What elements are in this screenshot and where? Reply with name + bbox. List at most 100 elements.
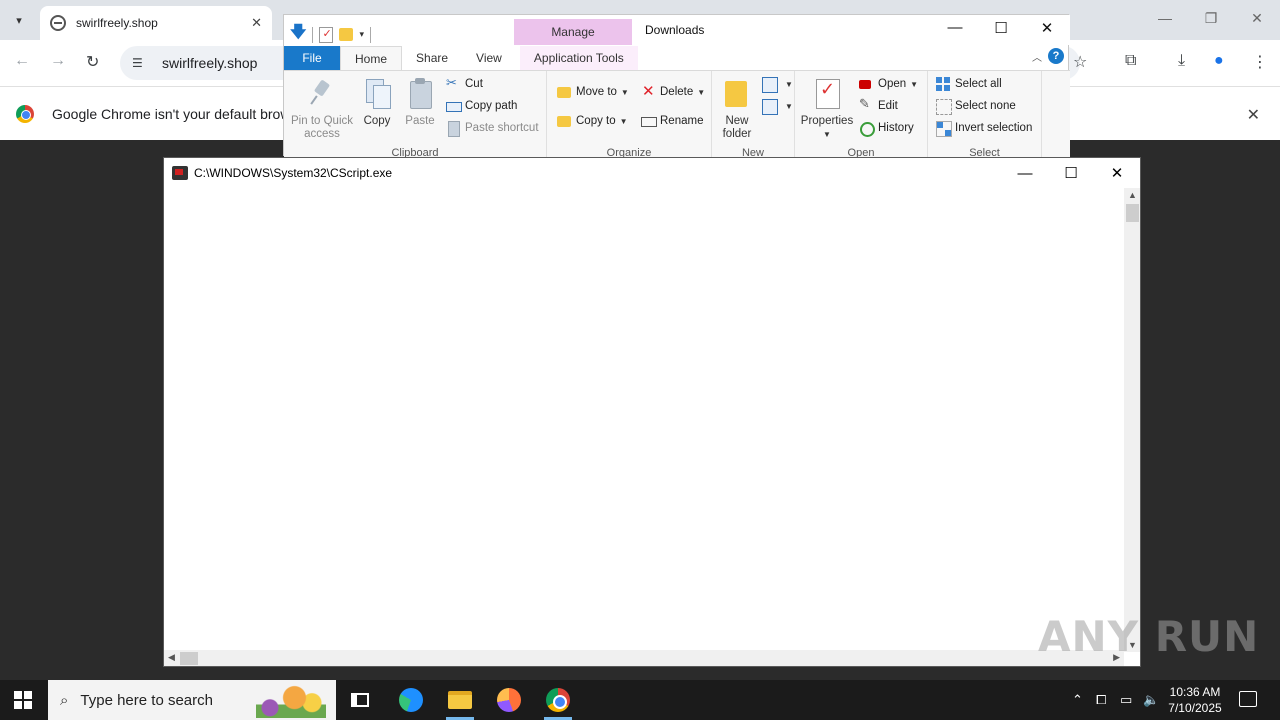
file-explorer-taskbar-button[interactable] <box>436 680 484 720</box>
taskbar-clock[interactable]: 10:36 AM 7/10/2025 <box>1160 684 1230 716</box>
browser-tab[interactable]: swirlfreely.shop ✕ <box>40 6 272 40</box>
paste-shortcut-button[interactable]: Paste shortcut <box>446 121 539 137</box>
network-icon[interactable]: ▭ <box>1120 692 1132 708</box>
notification-center-icon[interactable] <box>1239 691 1257 707</box>
restore-icon[interactable]: ❐ <box>1188 10 1234 27</box>
copy-icon <box>362 77 392 109</box>
copy-to-folder-icon <box>557 114 571 128</box>
forward-arrow-icon[interactable]: → <box>50 52 66 70</box>
maximize-icon[interactable]: ☐ <box>978 19 1024 37</box>
windows-start-icon[interactable] <box>14 691 32 709</box>
task-view-button[interactable] <box>336 680 384 720</box>
new-folder-button[interactable]: New folder <box>718 77 756 141</box>
clipboard-group: Pin to Quick access Copy Paste Cut Copy … <box>284 71 547 159</box>
delete-x-icon <box>641 82 655 100</box>
vertical-scrollbar[interactable]: ▲ ▼ <box>1124 188 1140 652</box>
properties-label: Properties <box>800 115 854 127</box>
customize-dropdown-icon[interactable]: ▾ <box>359 29 364 40</box>
back-arrow-icon[interactable]: ← <box>14 52 30 70</box>
tab-application-tools[interactable]: Application Tools <box>519 46 638 70</box>
new-folder-label: New folder <box>722 115 752 140</box>
taskbar-search[interactable]: ⌕ Type here to search <box>48 680 336 720</box>
help-icon[interactable]: ? <box>1048 48 1064 64</box>
chevron-down-icon[interactable]: ▾ <box>6 8 32 32</box>
properties-icon[interactable] <box>319 26 334 43</box>
explorer-titlebar: 🡇 ▾ Manage Downloads — ☐ ✕ <box>284 15 1070 45</box>
dropdown-caret-icon: ▼ <box>620 87 629 97</box>
minimize-icon[interactable]: — <box>1002 165 1048 182</box>
new-item-button[interactable]: ▼ <box>762 77 793 93</box>
close-icon[interactable]: ✕ <box>1024 19 1070 37</box>
edit-button[interactable]: Edit <box>859 96 898 113</box>
dropdown-caret-icon: ▼ <box>910 79 919 89</box>
maximize-icon[interactable]: ☐ <box>1048 164 1094 182</box>
folder-icon[interactable] <box>339 28 354 41</box>
close-tab-icon[interactable]: ✕ <box>251 15 262 31</box>
paste-button[interactable]: Paste <box>402 77 438 128</box>
properties-button[interactable]: Properties ▼ <box>799 77 855 141</box>
horizontal-scrollbar[interactable]: ◀ ▶ <box>164 650 1124 666</box>
kebab-menu-icon[interactable]: ⋮ <box>1252 52 1268 72</box>
site-info-icon[interactable]: ☰ <box>132 56 150 70</box>
downloads-icon[interactable]: ⤓ <box>1178 52 1185 70</box>
tab-share[interactable]: Share <box>402 46 462 70</box>
firefox-taskbar-button[interactable] <box>485 680 533 720</box>
show-hidden-icons-chevron-icon[interactable]: ⌃ <box>1072 692 1083 708</box>
rename-label: Rename <box>660 115 704 127</box>
profile-icon[interactable]: ● <box>1214 52 1224 70</box>
cscript-console-window: C:\WINDOWS\System32\CScript.exe — ☐ ✕ ▲ … <box>163 157 1141 667</box>
select-all-icon <box>936 77 950 91</box>
copy-path-button[interactable]: Copy path <box>446 99 517 113</box>
cut-button[interactable]: Cut <box>446 75 483 91</box>
chrome-taskbar-button[interactable] <box>534 680 582 720</box>
search-highlight-illustration <box>256 684 326 718</box>
pin-to-quick-access-button[interactable]: Pin to Quick access <box>290 77 354 141</box>
copy-button[interactable]: Copy <box>360 77 394 128</box>
copy-path-label: Copy path <box>465 100 518 112</box>
history-button[interactable]: History <box>859 121 914 137</box>
dropdown-caret-icon: ▼ <box>823 130 831 139</box>
explorer-window-controls: — ☐ ✕ <box>932 19 1070 37</box>
properties-icon <box>812 77 842 109</box>
edit-pencil-icon <box>859 96 873 113</box>
scroll-left-icon[interactable]: ◀ <box>168 652 175 663</box>
globe-icon <box>50 15 66 31</box>
file-explorer-icon <box>448 691 472 709</box>
minimize-icon[interactable]: — <box>932 19 978 37</box>
open-button[interactable]: Open ▼ <box>859 77 918 91</box>
collapse-ribbon-icon[interactable]: ︿ <box>1032 49 1042 64</box>
volume-icon[interactable]: 🔈 <box>1143 692 1159 708</box>
download-arrow-icon[interactable]: 🡇 <box>290 21 306 48</box>
minimize-icon[interactable]: — <box>1142 10 1188 27</box>
rename-button[interactable]: Rename <box>641 114 703 128</box>
select-none-button[interactable]: Select none <box>936 99 1016 115</box>
copy-label: Copy <box>363 115 391 127</box>
explorer-window-title: Downloads <box>645 23 705 37</box>
device-icon[interactable]: ⧠ <box>1096 692 1106 708</box>
copy-to-button[interactable]: Copy to ▼ <box>557 114 628 128</box>
close-icon[interactable]: ✕ <box>1094 164 1140 182</box>
close-icon[interactable]: ✕ <box>1234 10 1280 27</box>
delete-button[interactable]: Delete ▼ <box>641 82 705 100</box>
scrollbar-thumb[interactable] <box>1126 204 1139 222</box>
tab-home[interactable]: Home <box>340 46 403 70</box>
divider <box>312 26 314 43</box>
scroll-up-icon[interactable]: ▲ <box>1128 190 1137 200</box>
select-all-button[interactable]: Select all <box>936 77 1002 91</box>
tab-file[interactable]: File <box>284 46 340 70</box>
move-to-button[interactable]: Move to ▼ <box>557 85 629 99</box>
extensions-icon[interactable]: ⧉ <box>1125 52 1136 70</box>
easy-access-button[interactable]: ▼ <box>762 99 793 115</box>
close-infobar-icon[interactable]: ✕ <box>1247 105 1260 125</box>
invert-selection-button[interactable]: Invert selection <box>936 121 1032 137</box>
console-app-icon <box>172 166 188 180</box>
edge-taskbar-button[interactable] <box>387 680 435 720</box>
edit-label: Edit <box>878 100 898 112</box>
scrollbar-thumb[interactable] <box>180 652 198 665</box>
cscript-titlebar: C:\WINDOWS\System32\CScript.exe — ☐ ✕ <box>164 158 1140 188</box>
bookmark-star-icon[interactable]: ☆ <box>1073 52 1087 72</box>
reload-icon[interactable]: ↻ <box>86 52 99 72</box>
pin-label: Pin to Quick access <box>291 115 353 140</box>
copy-path-icon <box>446 99 462 113</box>
tab-view[interactable]: View <box>462 46 516 70</box>
